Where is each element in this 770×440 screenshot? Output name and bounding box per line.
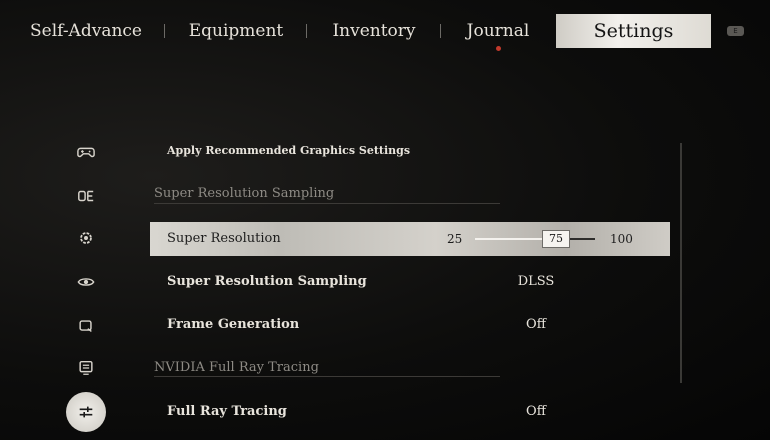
tab-journal[interactable]: Journal [458, 14, 538, 48]
slider-thumb[interactable]: 75 [541, 230, 570, 248]
setting-value: Off [526, 404, 546, 419]
eye-icon[interactable] [70, 266, 102, 298]
tab-self-advance[interactable]: Self-Advance [28, 14, 144, 48]
tab-separator [440, 24, 441, 38]
top-tab-bar: Self-Advance Equipment Inventory Journal… [0, 0, 770, 64]
tab-inventory[interactable]: Inventory [322, 14, 426, 48]
section-divider [154, 203, 500, 204]
setting-row-frame-generation[interactable]: Frame Generation Off [150, 308, 670, 342]
setting-label: Full Ray Tracing [167, 404, 287, 419]
section-header-ray-tracing: NVIDIA Full Ray Tracing [154, 360, 319, 375]
frame-icon[interactable] [70, 310, 102, 342]
journal-notification-dot [496, 46, 501, 51]
slider-min-label: 25 [447, 232, 463, 246]
section-header-sampling: Super Resolution Sampling [154, 186, 335, 201]
tab-settings[interactable]: Settings [556, 14, 711, 48]
monitor-icon[interactable] [70, 352, 102, 384]
apply-recommended-button[interactable]: Apply Recommended Graphics Settings [150, 134, 670, 168]
tab-separator [306, 24, 307, 38]
setting-row-full-ray-tracing[interactable]: Full Ray Tracing Off [150, 395, 670, 429]
scrollbar[interactable] [680, 143, 682, 383]
display-icon[interactable] [70, 180, 102, 212]
setting-value: DLSS [517, 274, 555, 289]
apply-recommended-label: Apply Recommended Graphics Settings [167, 144, 411, 157]
gear-icon[interactable] [70, 222, 102, 254]
setting-row-super-resolution[interactable]: Super Resolution 25 75 100 [150, 222, 670, 256]
tab-equipment[interactable]: Equipment [180, 14, 292, 48]
section-divider [154, 376, 500, 377]
setting-label: Frame Generation [167, 317, 300, 332]
setting-label: Super Resolution [167, 231, 281, 246]
key-prompt-icon: E [727, 26, 744, 36]
sliders-icon[interactable] [66, 392, 106, 432]
slider-max-label: 100 [610, 232, 633, 246]
super-resolution-slider[interactable]: 75 [475, 230, 595, 248]
setting-row-super-resolution-sampling[interactable]: Super Resolution Sampling DLSS [150, 265, 670, 299]
setting-label: Super Resolution Sampling [167, 274, 367, 289]
tab-separator [164, 24, 165, 38]
setting-value: Off [526, 317, 546, 332]
controller-icon[interactable] [70, 136, 102, 168]
